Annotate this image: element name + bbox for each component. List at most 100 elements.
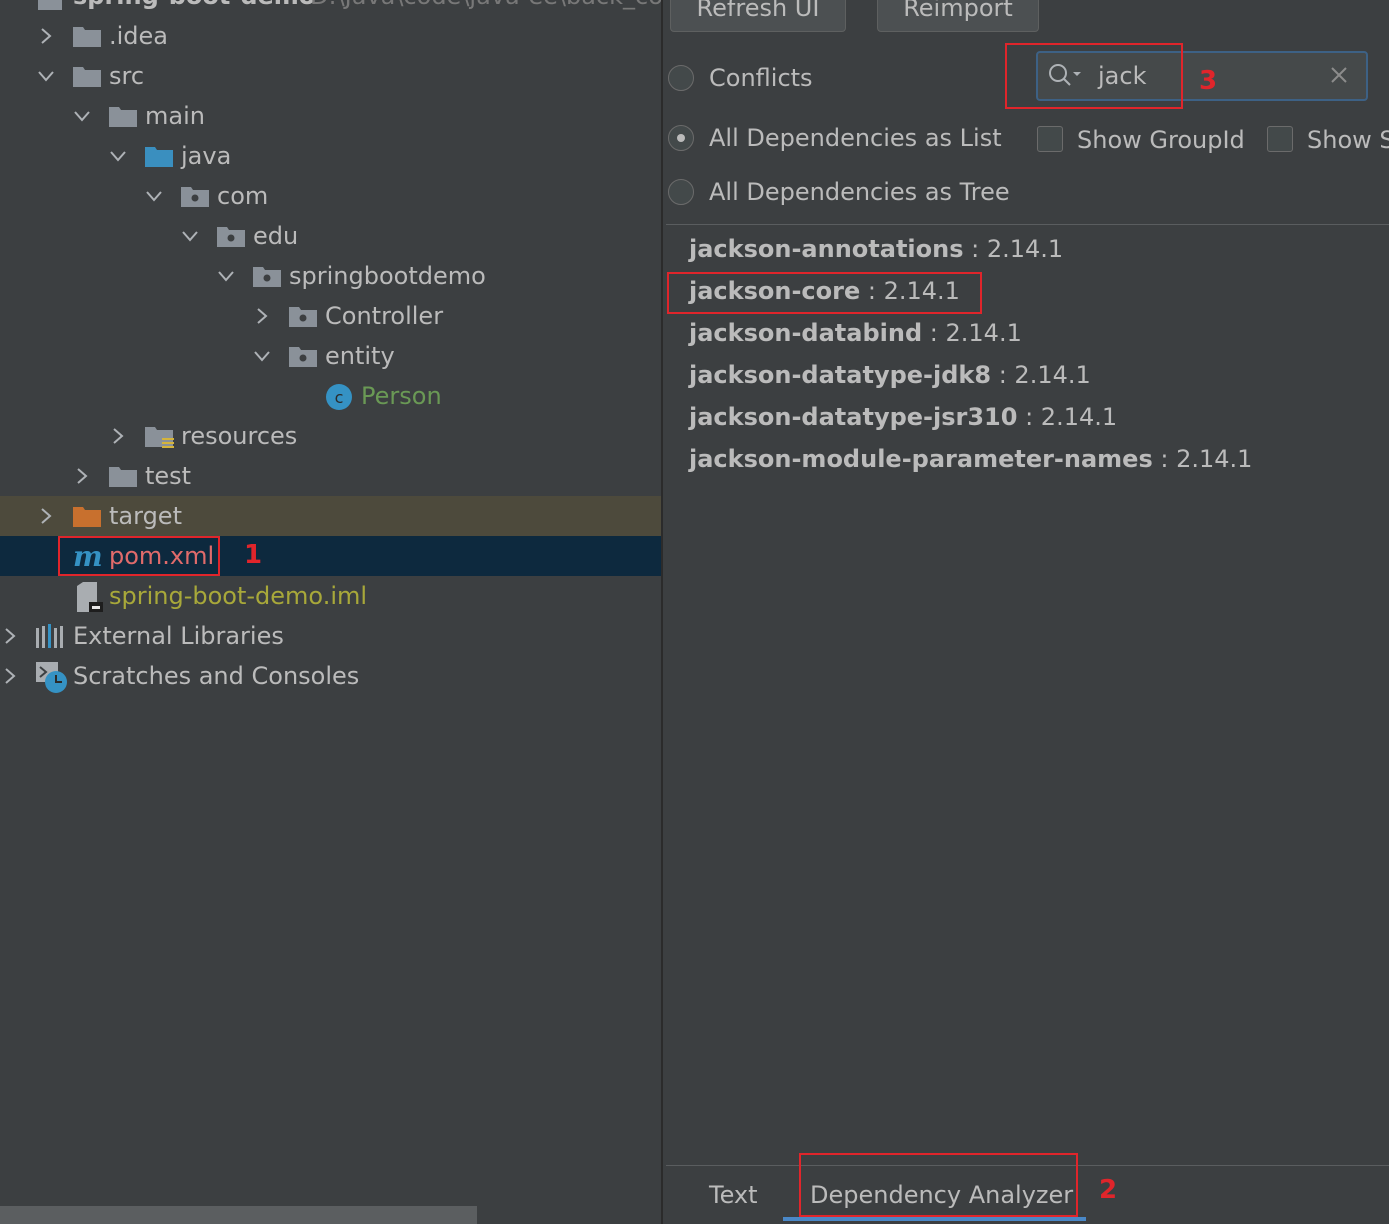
tree-row-test[interactable]: test [0, 456, 661, 496]
chevron-down-icon[interactable] [180, 226, 200, 246]
chevron-right-icon[interactable] [0, 626, 20, 646]
chevron-right-icon[interactable] [108, 426, 128, 446]
resources-folder-icon [145, 425, 174, 448]
active-tab-indicator [783, 1217, 1086, 1221]
show-groupid-label: Show GroupId [1077, 126, 1245, 154]
tree-row-src[interactable]: src [0, 56, 661, 96]
scratches-icon [36, 662, 67, 693]
tree-label: Person [361, 382, 442, 410]
class-icon: c [325, 383, 353, 410]
as-tree-radio[interactable] [668, 179, 694, 205]
show-groupid-checkbox[interactable] [1037, 126, 1063, 152]
excluded-folder-icon [73, 505, 101, 527]
list-item[interactable]: jackson-datatype-jdk8 : 2.14.1 [689, 359, 1091, 391]
list-item[interactable]: jackson-module-parameter-names : 2.14.1 [689, 443, 1252, 475]
reimport-button[interactable]: Reimport [877, 0, 1039, 32]
tree-label: springbootdemo [289, 262, 486, 290]
list-item[interactable]: jackson-databind : 2.14.1 [689, 317, 1022, 349]
tree-label: java [181, 142, 232, 170]
annotation-box-2 [799, 1153, 1078, 1217]
folder-icon [73, 25, 101, 47]
tree-row-springbootdemo[interactable]: springbootdemo [0, 256, 661, 296]
project-path: D:\Java\code\java-ee\back_coc [310, 0, 661, 12]
tree-row-entity[interactable]: entity [0, 336, 661, 376]
package-icon [289, 305, 317, 327]
tree-row-idea[interactable]: .idea [0, 16, 661, 56]
tree-label: src [109, 62, 145, 90]
dependency-version: : 2.14.1 [963, 235, 1064, 263]
show-s-label: Show S [1307, 126, 1389, 154]
chevron-down-icon[interactable] [144, 186, 164, 206]
chevron-down-icon[interactable] [108, 146, 128, 166]
tree-row-main[interactable]: main [0, 96, 661, 136]
tree-label: main [145, 102, 205, 130]
project-tree-panel: spring-boot-demo D:\Java\code\java-ee\ba… [0, 0, 661, 1224]
chevron-down-icon[interactable] [72, 106, 92, 126]
refresh-ui-button[interactable]: Refresh UI [670, 0, 846, 32]
conflicts-radio[interactable] [668, 65, 694, 91]
dependency-version: : 2.14.1 [1152, 445, 1253, 473]
as-tree-label: All Dependencies as Tree [709, 178, 1010, 206]
tree-row-edu[interactable]: edu [0, 216, 661, 256]
tree-row-controller[interactable]: Controller [0, 296, 661, 336]
package-icon [289, 345, 317, 367]
clear-icon[interactable] [1328, 64, 1350, 90]
annotation-box-1 [58, 536, 220, 576]
tree-label: target [109, 502, 182, 530]
list-item[interactable]: jackson-datatype-jsr310 : 2.14.1 [689, 401, 1117, 433]
tab-text[interactable]: Text [709, 1179, 758, 1211]
libraries-icon [36, 624, 64, 648]
folder-icon [109, 465, 137, 487]
tree-label: com [217, 182, 269, 210]
conflicts-label: Conflicts [709, 64, 813, 92]
list-item[interactable]: jackson-annotations : 2.14.1 [689, 233, 1063, 265]
horizontal-scrollbar[interactable] [0, 1206, 477, 1224]
chevron-down-icon[interactable] [216, 266, 236, 286]
tree-label: .idea [109, 22, 169, 50]
chevron-right-icon[interactable] [252, 306, 272, 326]
tree-row-project-root[interactable]: spring-boot-demo D:\Java\code\java-ee\ba… [0, 0, 661, 16]
annotation-number-3: 3 [1199, 66, 1218, 96]
package-icon [217, 225, 245, 247]
package-icon [253, 265, 281, 287]
tree-row-person[interactable]: c Person [0, 376, 661, 416]
tree-row-target[interactable]: target [0, 496, 661, 536]
tree-row-java[interactable]: java [0, 136, 661, 176]
as-list-radio[interactable] [668, 125, 694, 151]
chevron-right-icon[interactable] [36, 26, 56, 46]
tree-label: resources [181, 422, 298, 450]
chevron-down-icon[interactable] [36, 66, 56, 86]
tree-label: test [145, 462, 192, 490]
tree-label: Scratches and Consoles [73, 662, 360, 690]
dependency-name: jackson-annotations [689, 235, 964, 263]
annotation-number-2: 2 [1099, 1175, 1118, 1205]
tree-row-com[interactable]: com [0, 176, 661, 216]
chevron-down-icon[interactable] [252, 346, 272, 366]
iml-file-icon [77, 582, 105, 612]
tree-label: spring-boot-demo.iml [109, 582, 368, 610]
module-icon [38, 0, 66, 10]
tree-label: entity [325, 342, 395, 370]
annotation-box-core [667, 272, 982, 314]
dependency-version: : 2.14.1 [1017, 403, 1118, 431]
chevron-right-icon[interactable] [0, 666, 20, 686]
show-s-checkbox[interactable] [1267, 126, 1293, 152]
annotation-box-3 [1005, 43, 1183, 109]
tree-label: edu [253, 222, 299, 250]
tree-row-scratches[interactable]: Scratches and Consoles [0, 656, 661, 696]
dependency-version: : 2.14.1 [991, 361, 1091, 389]
as-list-label: All Dependencies as List [709, 124, 1002, 152]
dependency-name: jackson-databind [689, 319, 923, 347]
package-icon [181, 185, 209, 207]
dependency-name: jackson-datatype-jsr310 [689, 403, 1018, 431]
chevron-right-icon[interactable] [36, 506, 56, 526]
tree-row-external-libraries[interactable]: External Libraries [0, 616, 661, 656]
chevron-right-icon[interactable] [72, 466, 92, 486]
project-name: spring-boot-demo [73, 0, 315, 12]
tree-row-resources[interactable]: resources [0, 416, 661, 456]
dependency-name: jackson-datatype-jdk8 [689, 361, 992, 389]
annotation-number-1: 1 [244, 540, 263, 570]
dependency-list: jackson-annotations : 2.14.1 jackson-cor… [666, 224, 1389, 1166]
source-folder-icon [145, 145, 173, 167]
tree-row-iml[interactable]: spring-boot-demo.iml [0, 576, 661, 616]
